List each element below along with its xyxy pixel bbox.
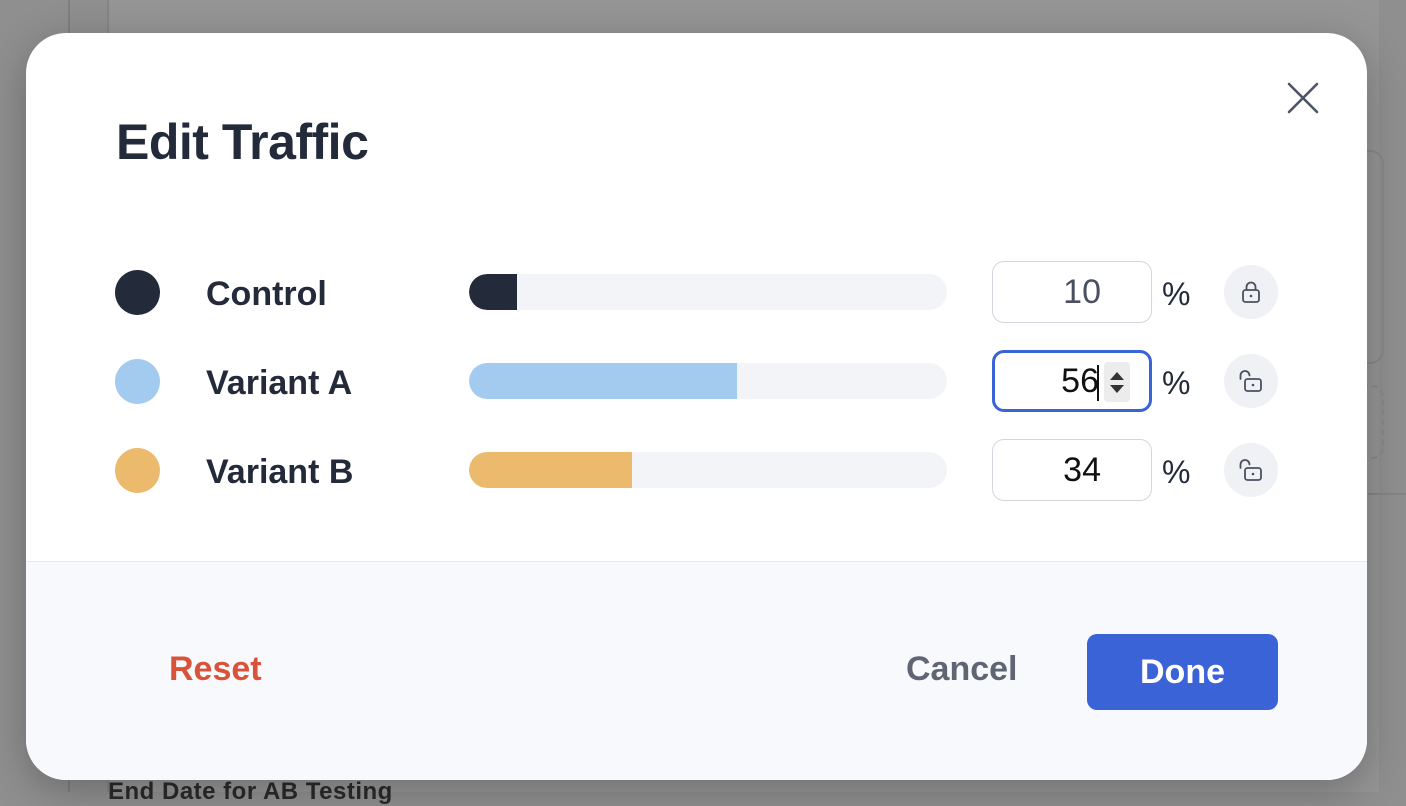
traffic-bar-track (469, 274, 947, 310)
done-button[interactable]: Done (1087, 634, 1278, 710)
cancel-button[interactable]: Cancel (906, 650, 1018, 689)
background-divider (1368, 493, 1406, 495)
lock-toggle-button[interactable] (1224, 354, 1278, 408)
lock-toggle-button[interactable] (1224, 265, 1278, 319)
reset-button[interactable]: Reset (169, 650, 262, 689)
traffic-bar-track (469, 363, 947, 399)
stepper-down-icon (1110, 384, 1124, 393)
lock-closed-icon (1242, 281, 1260, 303)
percent-sign: % (1162, 276, 1191, 312)
text-cursor (1097, 365, 1099, 401)
percent-sign: % (1162, 365, 1191, 401)
variant-label: Variant A (206, 364, 353, 402)
background-section-heading: End Date for AB Testing (108, 778, 393, 805)
variant-b-color-dot (115, 448, 160, 493)
traffic-percent-input[interactable] (992, 261, 1152, 323)
modal-footer: Reset Cancel Done (26, 561, 1367, 780)
variant-label: Variant B (206, 453, 354, 491)
stepper-up-icon (1110, 371, 1124, 380)
traffic-row-variant-b: Variant B % (26, 439, 1367, 501)
traffic-row-variant-a: Variant A % (26, 350, 1367, 412)
variant-a-color-dot (115, 359, 160, 404)
control-color-dot (115, 270, 160, 315)
traffic-row-control: Control % (26, 261, 1367, 323)
traffic-percent-input[interactable] (992, 439, 1152, 501)
lock-open-icon (1239, 459, 1262, 481)
traffic-bar-fill (469, 274, 517, 310)
close-button[interactable] (1282, 77, 1324, 119)
lock-open-icon (1239, 370, 1262, 392)
traffic-bar-fill (469, 363, 737, 399)
close-icon (1287, 82, 1319, 114)
edit-traffic-modal: Edit Traffic Control % Variant A (26, 33, 1367, 780)
traffic-bar-fill (469, 452, 632, 488)
percent-sign: % (1162, 454, 1191, 490)
number-stepper[interactable] (1104, 362, 1130, 402)
traffic-bar-track (469, 452, 947, 488)
lock-toggle-button[interactable] (1224, 443, 1278, 497)
modal-title: Edit Traffic (116, 114, 369, 170)
variant-label: Control (206, 275, 327, 313)
